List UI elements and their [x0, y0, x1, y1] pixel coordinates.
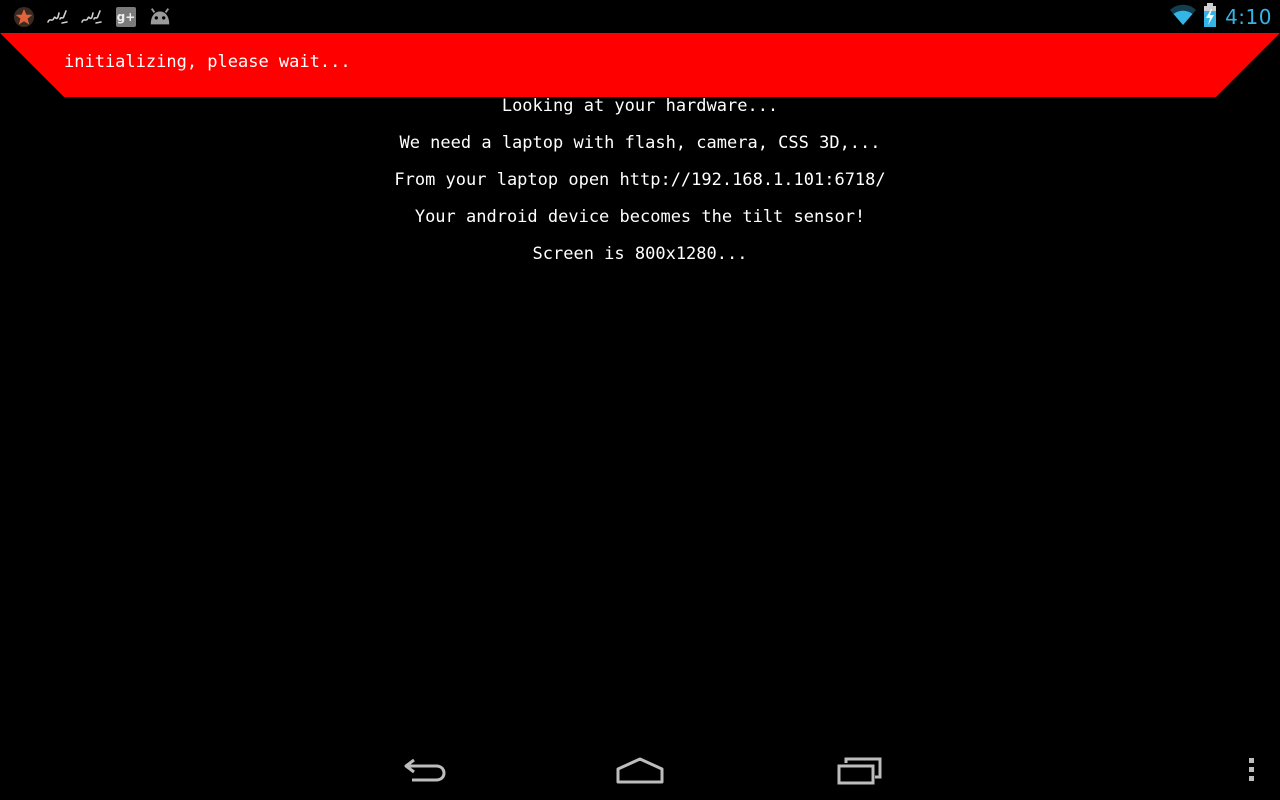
recent-apps-icon	[837, 757, 882, 785]
google-plus-label: g+	[116, 7, 136, 27]
message-line: Looking at your hardware...	[501, 96, 779, 116]
back-icon	[404, 758, 446, 782]
home-icon	[616, 757, 664, 784]
home-button[interactable]	[610, 752, 670, 788]
notification-icons: g+	[12, 5, 172, 29]
back-button[interactable]	[394, 752, 454, 788]
navigation-bar	[0, 738, 1280, 800]
banner-text: initializing, please wait...	[64, 52, 351, 72]
recent-apps-button[interactable]	[828, 752, 888, 788]
scribble-notification-icon	[80, 6, 104, 28]
message-line: From your laptop open http://192.168.1.1…	[394, 170, 886, 190]
overflow-menu-button[interactable]	[1244, 756, 1258, 786]
message-line: We need a laptop with flash, camera, CSS…	[399, 133, 881, 153]
status-bar: g+ 4:10	[0, 0, 1280, 33]
battery-charging-icon	[1203, 3, 1217, 31]
google-plus-icon: g+	[114, 6, 138, 28]
android-icon	[148, 6, 172, 28]
overflow-menu-icon	[1249, 758, 1254, 781]
clock: 4:10	[1225, 5, 1272, 29]
message-line: Screen is 800x1280...	[532, 244, 748, 264]
message-line: Your android device becomes the tilt sen…	[414, 207, 866, 227]
message-list: Looking at your hardware... We need a la…	[0, 94, 1280, 279]
star-notification-icon	[12, 6, 36, 28]
system-status: 4:10	[1169, 3, 1272, 31]
scribble-notification-icon	[46, 6, 70, 28]
wifi-icon	[1169, 4, 1197, 30]
